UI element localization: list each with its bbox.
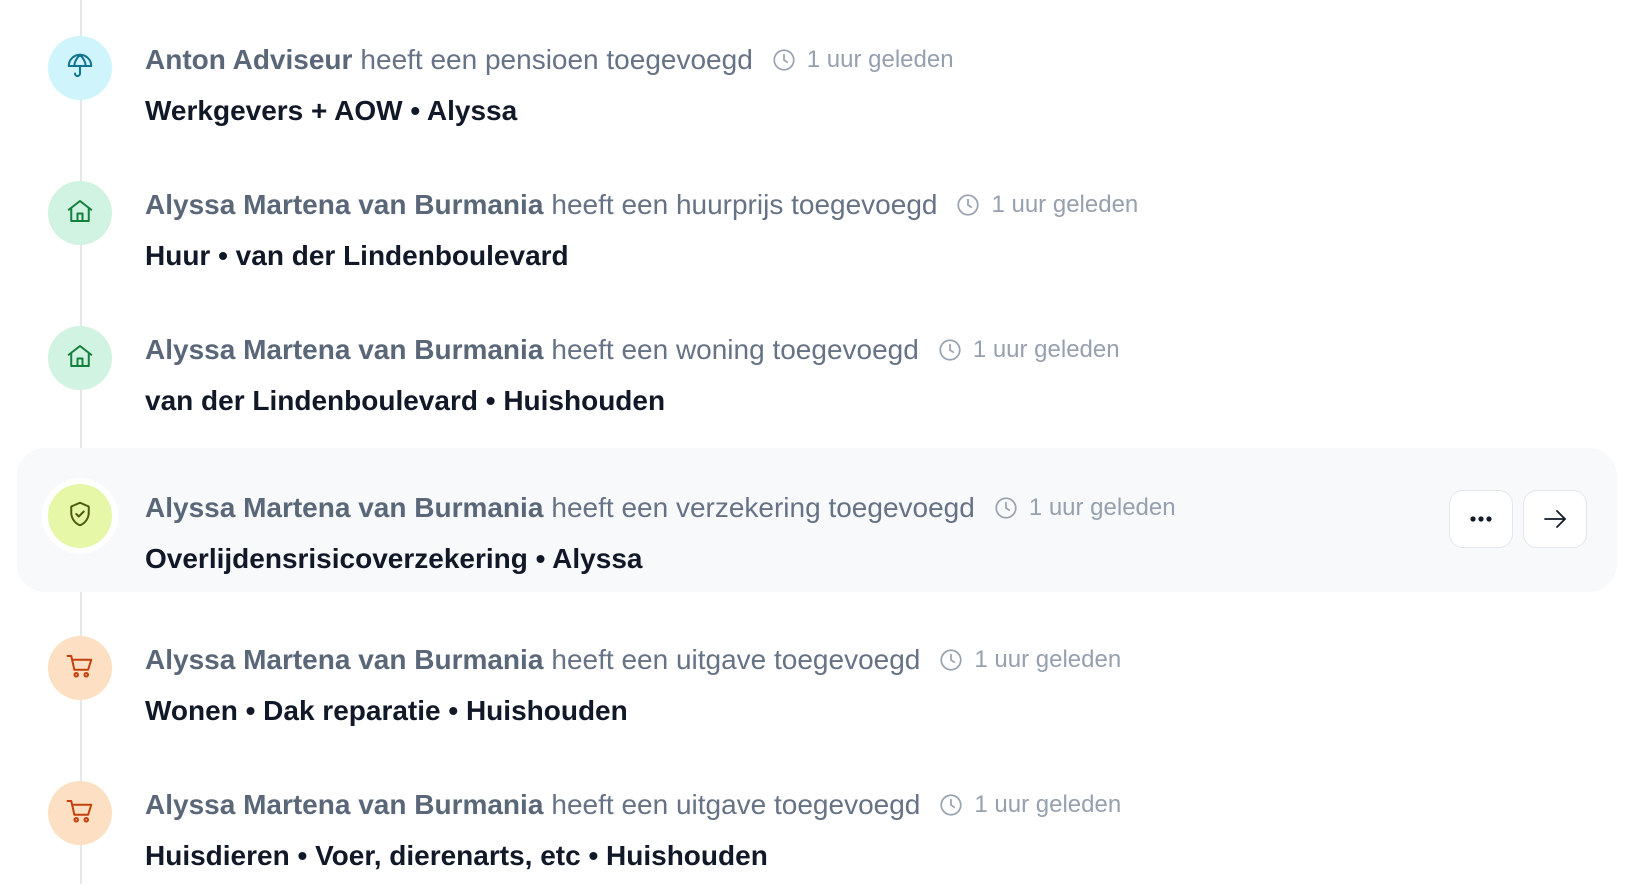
activity-detail: Werkgevers + AOW • Alyssa (145, 95, 518, 126)
activity-time: 1 uur geleden (974, 646, 1122, 673)
activity-detail: Wonen • Dak reparatie • Huishouden (145, 695, 628, 726)
activity-summary: Alyssa Martena van Burmania heeft een hu… (145, 181, 1138, 229)
activity-time: 1 uur geleden (1028, 494, 1176, 521)
activity-time: 1 uur geleden (991, 191, 1139, 218)
activity-summary: Alyssa Martena van Burmania heeft een wo… (145, 326, 1120, 374)
clock-icon (938, 792, 964, 818)
activity-action: heeft een huurprijs toegevoegd (551, 189, 938, 220)
activity-actions (1449, 490, 1587, 548)
activity-avatar (48, 36, 112, 100)
activity-item-rent[interactable]: Alyssa Martena van Burmania heeft een hu… (17, 145, 1617, 289)
clock-icon (993, 495, 1019, 521)
activity-detail: Huur • van der Lindenboulevard (145, 240, 569, 271)
clock-icon (937, 337, 963, 363)
activity-time: 1 uur geleden (974, 791, 1122, 818)
house-icon (65, 196, 95, 231)
activity-item-insurance[interactable]: Alyssa Martena van Burmania heeft een ve… (17, 448, 1617, 592)
activity-detail: van der Lindenboulevard • Huishouden (145, 385, 666, 416)
activity-actor[interactable]: Alyssa Martena van Burmania (145, 189, 543, 221)
activity-item-expense[interactable]: Alyssa Martena van Burmania heeft een ui… (17, 600, 1617, 744)
more-options-button[interactable] (1449, 490, 1513, 548)
activity-avatar (48, 636, 112, 700)
activity-item-pension[interactable]: Anton Adviseur heeft een pensioen toegev… (17, 0, 1617, 144)
activity-actor[interactable]: Anton Adviseur (145, 44, 352, 76)
activity-summary: Anton Adviseur heeft een pensioen toegev… (145, 36, 954, 84)
activity-detail: Huisdieren • Voer, dierenarts, etc • Hui… (145, 840, 768, 871)
activity-item-expense[interactable]: Alyssa Martena van Burmania heeft een ui… (17, 745, 1617, 889)
activity-avatar (48, 326, 112, 390)
activity-actor[interactable]: Alyssa Martena van Burmania (145, 789, 543, 821)
activity-action: heeft een pensioen toegevoegd (360, 44, 753, 75)
clock-icon (955, 192, 981, 218)
activity-detail: Overlijdensrisicoverzekering • Alyssa (145, 543, 643, 574)
activity-summary: Alyssa Martena van Burmania heeft een ve… (145, 484, 1176, 532)
activity-action: heeft een woning toegevoegd (551, 334, 919, 365)
activity-item-home[interactable]: Alyssa Martena van Burmania heeft een wo… (17, 290, 1617, 434)
activity-avatar (48, 181, 112, 245)
activity-actor[interactable]: Alyssa Martena van Burmania (145, 492, 543, 524)
activity-action: heeft een uitgave toegevoegd (551, 789, 921, 820)
activity-action: heeft een verzekering toegevoegd (551, 492, 975, 523)
activity-summary: Alyssa Martena van Burmania heeft een ui… (145, 781, 1121, 829)
activity-actor[interactable]: Alyssa Martena van Burmania (145, 334, 543, 366)
shield-check-icon (65, 499, 95, 534)
clock-icon (938, 647, 964, 673)
activity-timeline: Anton Adviseur heeft een pensioen toegev… (0, 0, 1650, 884)
activity-summary: Alyssa Martena van Burmania heeft een ui… (145, 636, 1121, 684)
activity-time: 1 uur geleden (972, 336, 1120, 363)
activity-action: heeft een uitgave toegevoegd (551, 644, 921, 675)
more-icon (1470, 516, 1492, 522)
open-item-button[interactable] (1523, 490, 1587, 548)
cart-icon (65, 651, 95, 686)
activity-avatar (48, 781, 112, 845)
clock-icon (771, 47, 797, 73)
arrow-right-icon (1544, 510, 1566, 528)
house-icon (65, 341, 95, 376)
umbrella-icon (65, 51, 95, 86)
activity-actor[interactable]: Alyssa Martena van Burmania (145, 644, 543, 676)
cart-icon (65, 796, 95, 831)
activity-time: 1 uur geleden (806, 46, 954, 73)
activity-avatar (48, 484, 112, 548)
